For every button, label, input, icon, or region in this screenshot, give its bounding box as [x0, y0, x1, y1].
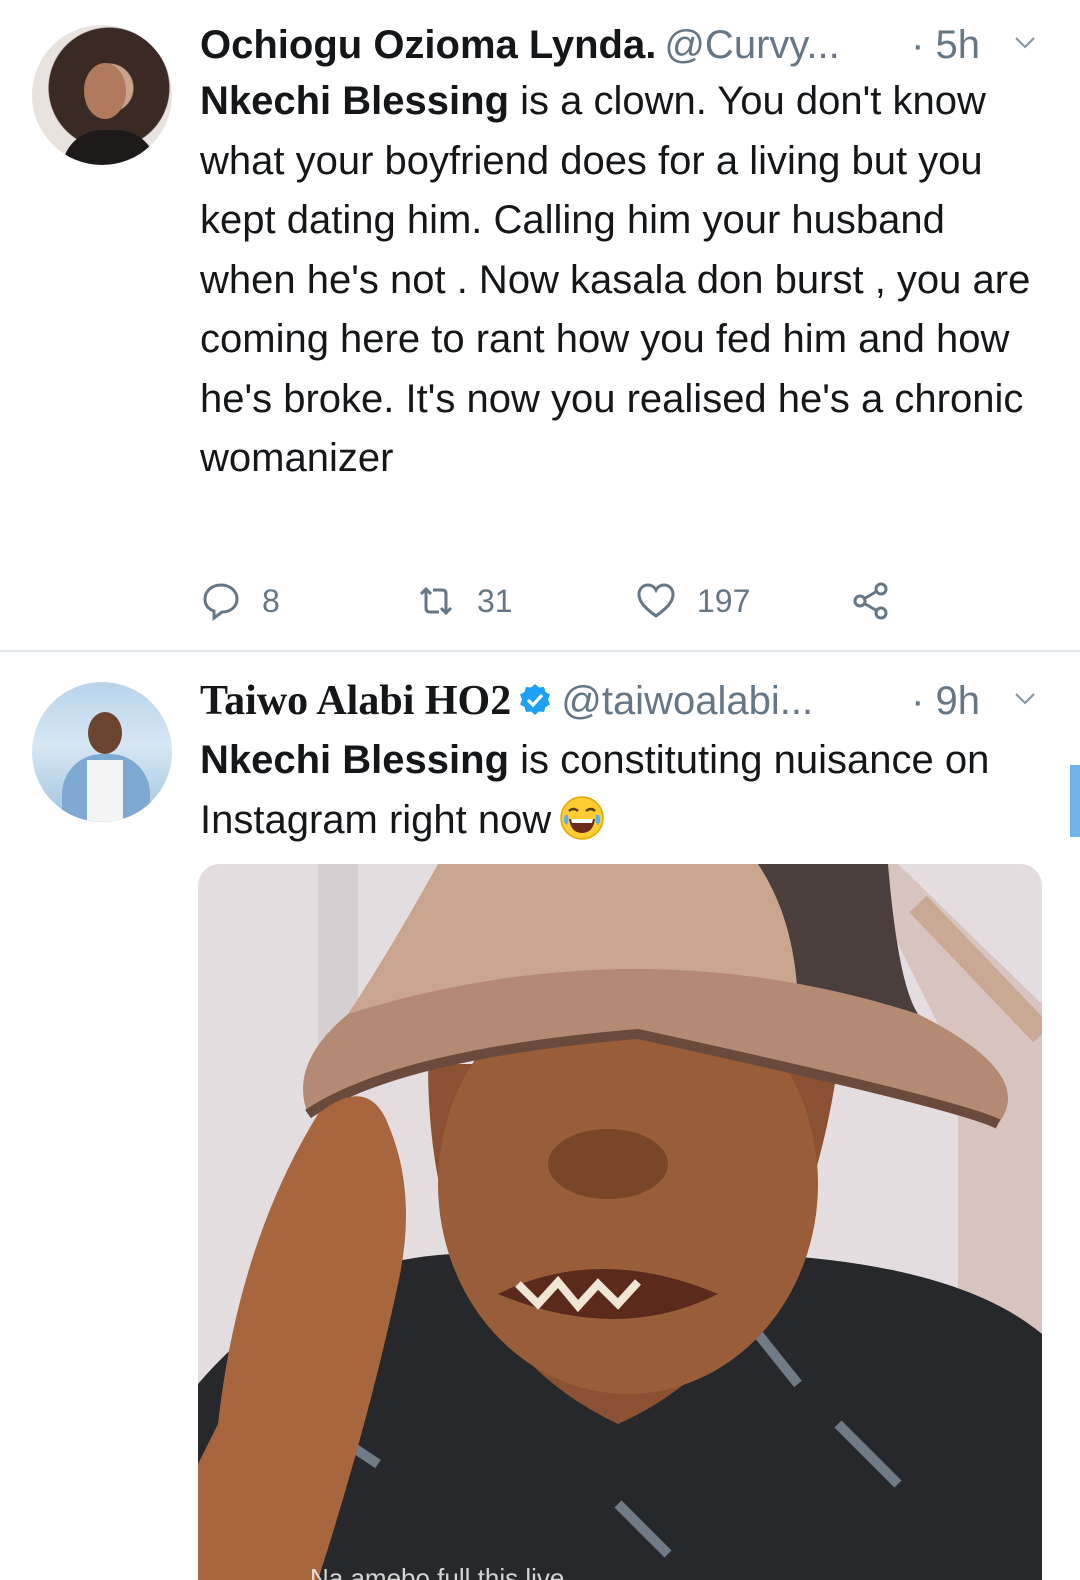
avatar-face — [88, 712, 122, 754]
user-handle[interactable]: @Curvy... — [664, 23, 839, 67]
avatar[interactable] — [32, 682, 172, 822]
video-caption: Na amebo full this live — [310, 1563, 565, 1580]
reply-count: 8 — [262, 582, 280, 619]
retweet-icon — [419, 586, 453, 616]
mention-link[interactable]: Nkechi Blessing — [200, 738, 509, 782]
display-name[interactable]: Taiwo Alabi ΗΟ2 — [200, 678, 511, 724]
tweet-text: Nkechi Blessing is constituting nuisance… — [200, 731, 1050, 850]
user-handle[interactable]: @taiwoalabi... — [561, 679, 813, 723]
timestamp[interactable]: · 5h — [911, 18, 980, 72]
retweet-count: 31 — [477, 582, 513, 619]
tweet-media-video[interactable]: Na amebo full this live — [198, 864, 1042, 1580]
reply-button[interactable]: 8 — [200, 576, 280, 626]
video-frame-illustration — [198, 864, 1042, 1580]
tweet-card[interactable]: Taiwo Alabi ΗΟ2 @taiwoalabi... · 9h Nkech… — [0, 652, 1080, 1580]
chevron-down-icon[interactable] — [1014, 32, 1036, 54]
share-icon — [853, 582, 888, 620]
like-icon — [637, 583, 675, 618]
timestamp[interactable]: · 9h — [911, 674, 980, 728]
avatar-shirt — [62, 130, 157, 165]
like-count: 197 — [697, 582, 751, 619]
scrollbar-thumb[interactable] — [1070, 765, 1080, 837]
tweet-body: is a clown. You don't know what your boy… — [200, 79, 1031, 480]
tweet-actions: 8 31 197 — [200, 576, 1050, 626]
share-button[interactable] — [850, 576, 912, 626]
reply-icon — [203, 583, 239, 621]
tweet-header: Taiwo Alabi ΗΟ2 @taiwoalabi... · 9h — [200, 674, 1050, 728]
verified-badge-icon — [520, 684, 551, 715]
avatar[interactable] — [32, 25, 172, 165]
mention-link[interactable]: Nkechi Blessing — [200, 79, 509, 123]
tweet-text: Nkechi Blessing is a clown. You don't kn… — [200, 72, 1050, 489]
chevron-down-icon[interactable] — [1014, 688, 1036, 710]
tweet-card[interactable]: Ochiogu Ozioma Lynda. @Curvy... · 5h Nkec… — [0, 0, 1080, 650]
avatar-tee — [87, 760, 123, 822]
like-button[interactable]: 197 — [635, 576, 750, 626]
tweet-header: Ochiogu Ozioma Lynda. @Curvy... · 5h — [200, 18, 1050, 72]
avatar-face — [84, 63, 126, 119]
retweet-button[interactable]: 31 — [415, 576, 513, 626]
display-name[interactable]: Ochiogu Ozioma Lynda. — [200, 23, 656, 67]
laughing-emoji-icon — [560, 795, 605, 840]
